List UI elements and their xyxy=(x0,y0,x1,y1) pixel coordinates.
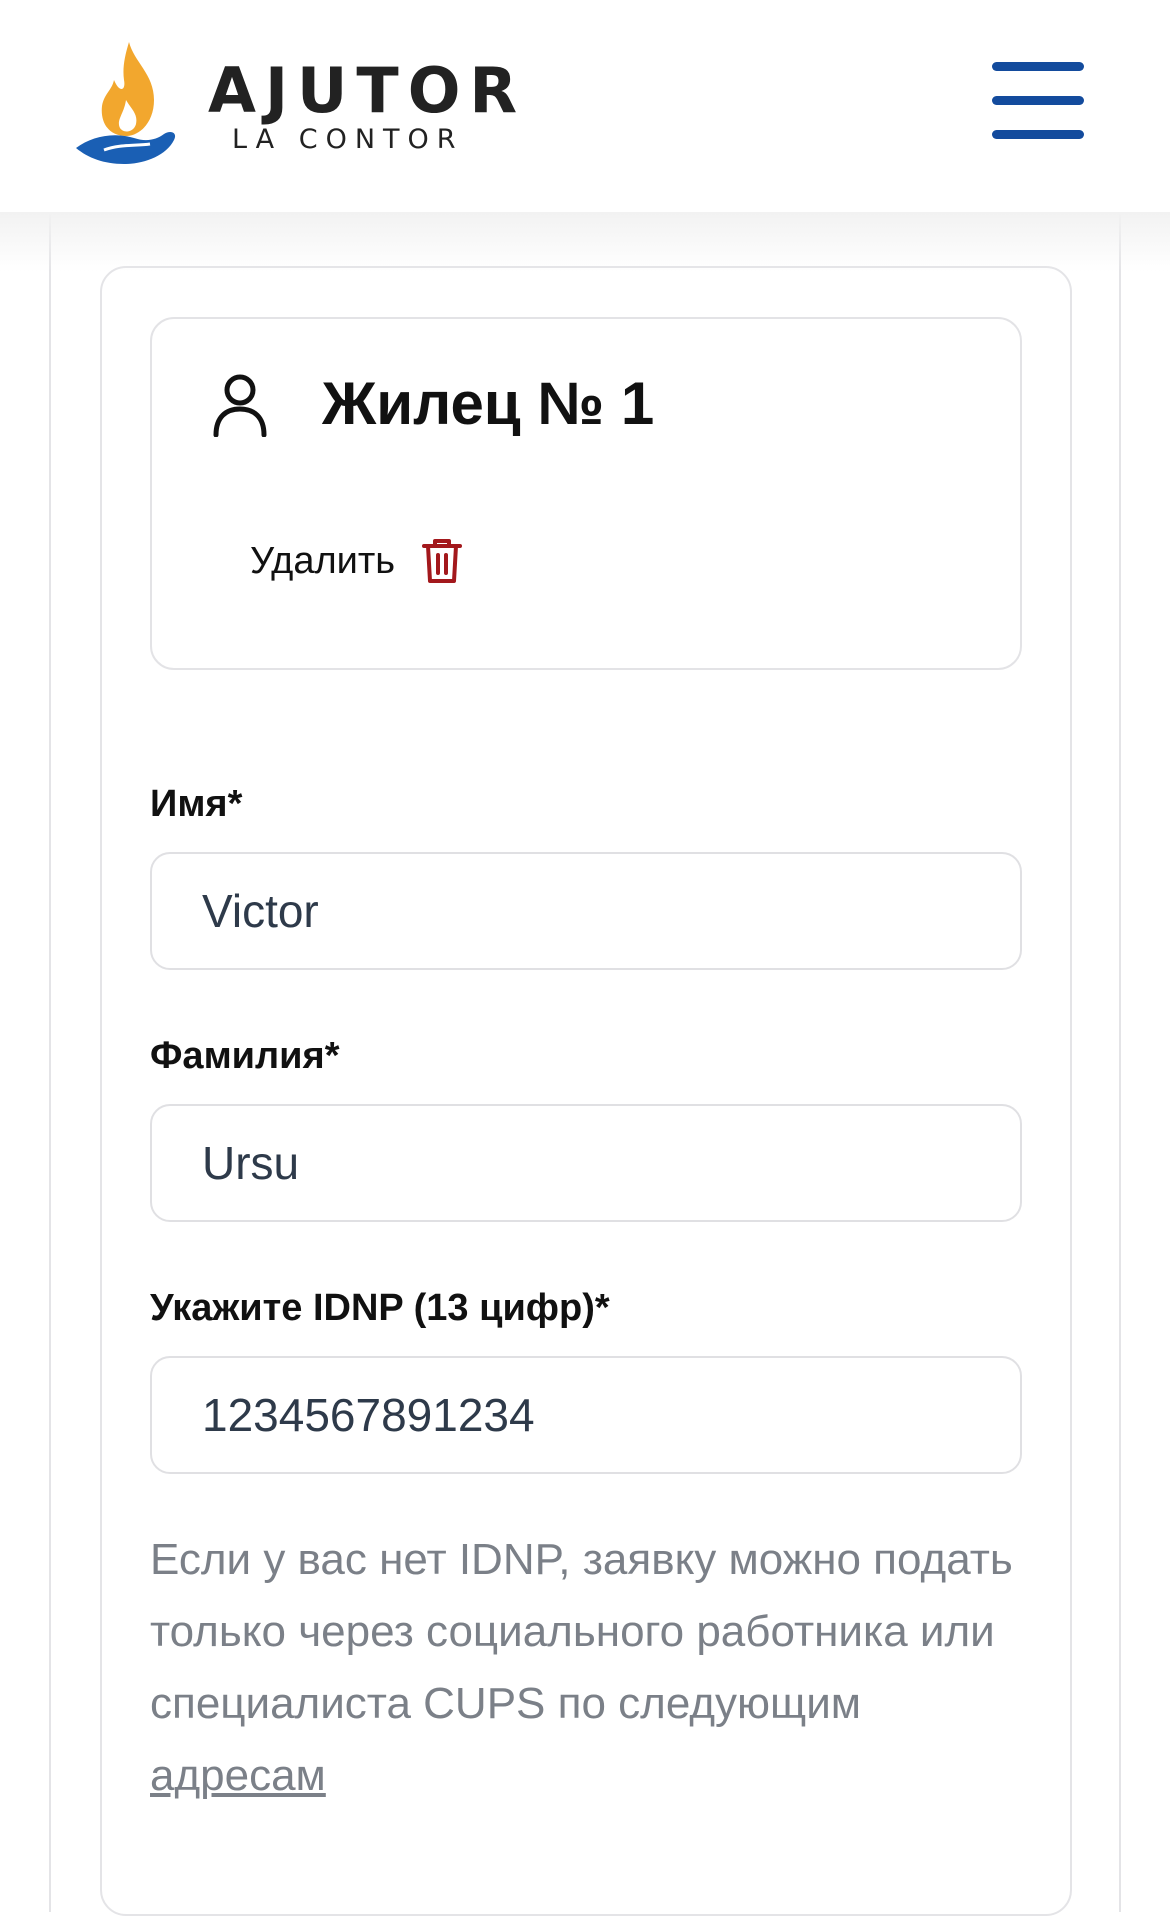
site-header: AJUTOR LA CONTOR xyxy=(0,0,1170,212)
idnp-input[interactable] xyxy=(150,1356,1022,1474)
brand-title: AJUTOR xyxy=(208,54,527,127)
idnp-hint: Если у вас нет IDNP, заявку можно подать… xyxy=(150,1524,1030,1812)
user-icon xyxy=(213,374,267,437)
addresses-link[interactable]: адресам xyxy=(150,1751,326,1800)
delete-resident-button[interactable]: Удалить xyxy=(250,531,463,591)
hint-text: Если у вас нет IDNP, заявку можно подать… xyxy=(150,1535,1013,1728)
site-logo[interactable]: AJUTOR LA CONTOR xyxy=(74,40,517,170)
delete-label: Удалить xyxy=(250,539,396,582)
idnp-label: Укажите IDNP (13 цифр)* xyxy=(150,1287,610,1329)
last-name-input[interactable] xyxy=(150,1104,1022,1222)
resident-title: Жилец № 1 xyxy=(322,370,655,437)
first-name-input[interactable] xyxy=(150,852,1022,970)
menu-bar xyxy=(992,96,1084,105)
menu-bar xyxy=(992,130,1084,139)
flame-hand-logo-icon xyxy=(76,42,176,164)
header-shadow xyxy=(0,212,1170,272)
brand-subtitle: LA CONTOR xyxy=(232,124,464,155)
last-name-label: Фамилия* xyxy=(150,1035,340,1077)
menu-bar xyxy=(992,62,1084,71)
resident-card: Жилец № 1 Удалить xyxy=(150,317,1022,670)
hamburger-menu-button[interactable] xyxy=(992,62,1084,140)
first-name-label: Имя* xyxy=(150,783,243,825)
trash-icon xyxy=(422,539,463,583)
